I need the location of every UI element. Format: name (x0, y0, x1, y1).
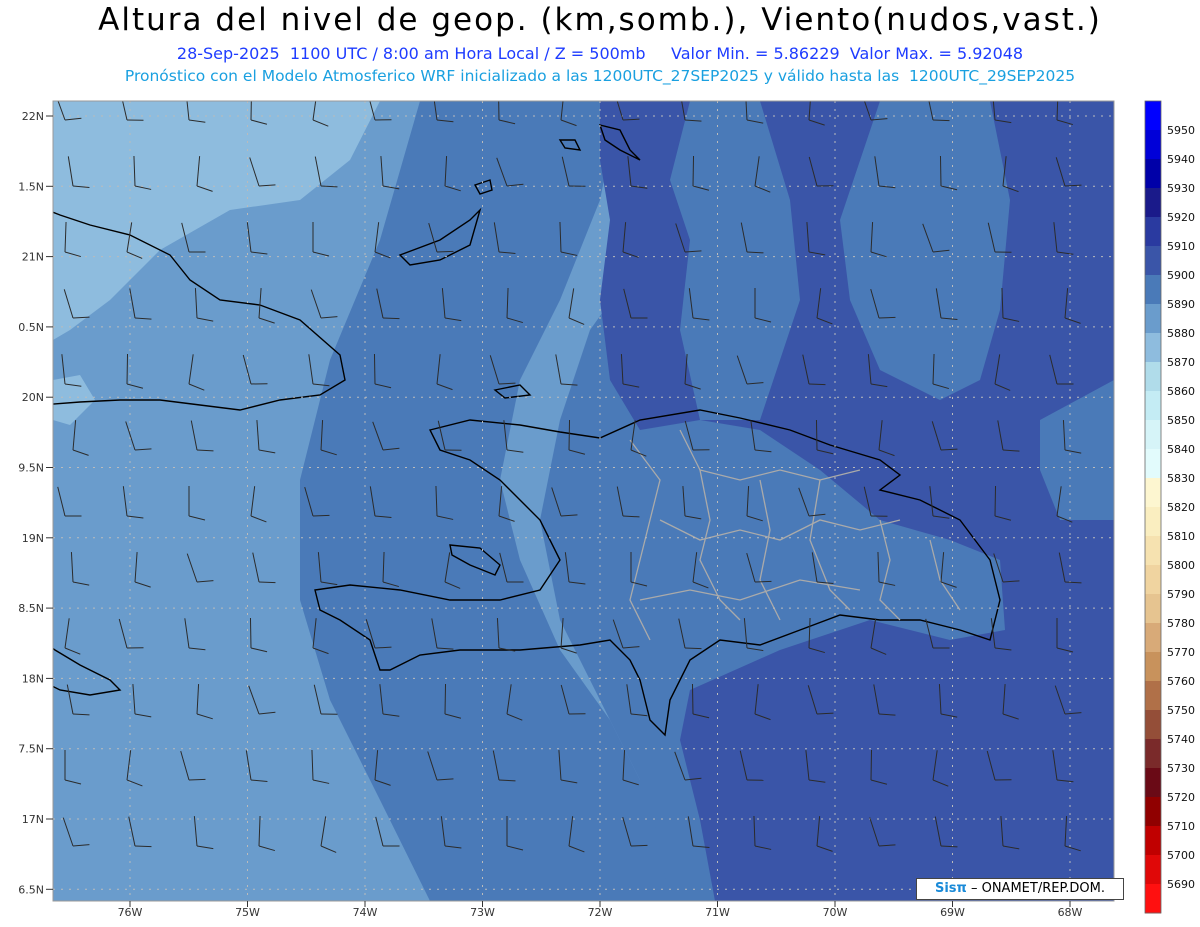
colorbar-label: 5860 (1167, 385, 1195, 398)
barb-shaft (815, 419, 818, 451)
colorbar-segment (1145, 159, 1161, 189)
colorbar-segment (1145, 710, 1161, 740)
colorbar-label: 5760 (1167, 675, 1195, 688)
lon-tick-label: 72W (588, 906, 613, 919)
colorbar-segment (1145, 362, 1161, 392)
lon-tick-label: 68W (1058, 906, 1083, 919)
lat-tick-label: 22N (22, 110, 44, 123)
colorbar-segment (1145, 652, 1161, 682)
colorbar-label: 5910 (1167, 240, 1195, 253)
colorbar-segment (1145, 449, 1161, 479)
lat-tick-label: 7.5N (18, 743, 44, 756)
barb-shaft (939, 155, 942, 187)
colorbar-segment (1145, 507, 1161, 537)
colorbar-segment (1145, 130, 1161, 160)
colorbar-segment (1145, 623, 1161, 653)
barb-shaft (250, 101, 253, 121)
colorbar-label: 5800 (1167, 559, 1195, 572)
colorbar-label: 5740 (1167, 733, 1195, 746)
longitude-axis: 76W 75W 74W 73W 72W 71W 70W 69W 68W (118, 901, 1083, 919)
colorbar-segment (1145, 536, 1161, 566)
colorbar-segment (1145, 101, 1161, 131)
credit-box: Sisπ – ONAMET/REP.DOM. (916, 878, 1124, 900)
colorbar-segment (1145, 478, 1161, 508)
colorbar-label: 5770 (1167, 646, 1195, 659)
colorbar-label: 5690 (1167, 878, 1195, 891)
barb-shaft (692, 155, 695, 187)
sispi-logo-text: Sisπ (934, 881, 967, 896)
colorbar-label: 5940 (1167, 153, 1195, 166)
colorbar-label: 5710 (1167, 820, 1195, 833)
colorbar-label: 5700 (1167, 849, 1195, 862)
colorbar-label: 5950 (1167, 124, 1195, 137)
lon-tick-label: 75W (235, 906, 260, 919)
latitude-axis: 22N 1.5N 21N 0.5N 20N 9.5N 19N 8.5N 18N 7.5N 17N 6.… (18, 110, 53, 896)
colorbar-segment (1145, 188, 1161, 218)
barb-shaft (373, 353, 376, 385)
colorbar-label: 5870 (1167, 356, 1195, 369)
colorbar-segment (1145, 594, 1161, 624)
colorbar-segment (1145, 275, 1161, 305)
lon-tick-label: 71W (705, 906, 730, 919)
lon-tick-label: 73W (470, 906, 495, 919)
barb-shaft (691, 683, 694, 715)
colorbar-label: 5920 (1167, 211, 1195, 224)
colorbar-label: 5930 (1167, 182, 1195, 195)
barb-shaft (497, 101, 500, 121)
colorbar-segment (1145, 304, 1161, 334)
lat-tick-label: 19N (22, 532, 44, 545)
lat-tick-label: 21N (22, 251, 44, 264)
forecast-map: 22N 1.5N 21N 0.5N 20N 9.5N 19N 8.5N 18N 7.5N 17N 6.… (18, 100, 1195, 919)
colorbar-label: 5900 (1167, 269, 1195, 282)
colorbar-label: 5820 (1167, 501, 1195, 514)
colorbar: 5950 5940 5930 5920 5910 5900 5890 5880 5870 5860… (1144, 100, 1195, 914)
colorbar-label: 5780 (1167, 617, 1195, 630)
colorbar-segment (1145, 217, 1161, 247)
colorbar-segment (1145, 681, 1161, 711)
colorbar-segment (1145, 246, 1161, 276)
colorbar-label: 5890 (1167, 298, 1195, 311)
lat-tick-label: 9.5N (18, 462, 44, 475)
lat-tick-label: 6.5N (18, 883, 44, 896)
colorbar-segment (1145, 565, 1161, 595)
colorbar-label: 5850 (1167, 414, 1195, 427)
lat-tick-label: 18N (22, 672, 44, 685)
colorbar-label: 5880 (1167, 327, 1195, 340)
barb-shaft (126, 353, 129, 385)
colorbar-label: 5840 (1167, 443, 1195, 456)
colorbar-label: 5750 (1167, 704, 1195, 717)
lon-tick-label: 76W (118, 906, 143, 919)
lat-tick-label: 1.5N (18, 180, 44, 193)
colorbar-segment (1145, 420, 1161, 450)
colorbar-label: 5730 (1167, 762, 1195, 775)
colorbar-segment (1145, 826, 1161, 856)
lat-tick-label: 20N (22, 391, 44, 404)
lon-tick-label: 70W (823, 906, 848, 919)
colorbar-segment (1145, 797, 1161, 827)
colorbar-label: 5830 (1167, 472, 1195, 485)
barb-shaft (994, 485, 997, 517)
colorbar-label: 5720 (1167, 791, 1195, 804)
colorbar-segment (1145, 333, 1161, 363)
barb-shaft (568, 419, 571, 451)
lon-tick-label: 74W (353, 906, 378, 919)
lat-tick-label: 17N (22, 813, 44, 826)
credit-text: – ONAMET/REP.DOM. (970, 881, 1105, 896)
colorbar-segment (1145, 855, 1161, 885)
lat-tick-label: 0.5N (18, 321, 44, 334)
lon-tick-label: 69W (940, 906, 965, 919)
colorbar-label: 5810 (1167, 530, 1195, 543)
colorbar-segment (1145, 391, 1161, 421)
plot-area (53, 101, 1114, 901)
colorbar-segment (1145, 768, 1161, 798)
barb-shaft (870, 749, 873, 781)
colorbar-segment (1145, 739, 1161, 769)
colorbar-segment (1145, 884, 1161, 914)
barb-shaft (249, 617, 252, 649)
colorbar-label: 5790 (1167, 588, 1195, 601)
lat-tick-label: 8.5N (18, 602, 44, 615)
barb-shaft (444, 683, 447, 715)
